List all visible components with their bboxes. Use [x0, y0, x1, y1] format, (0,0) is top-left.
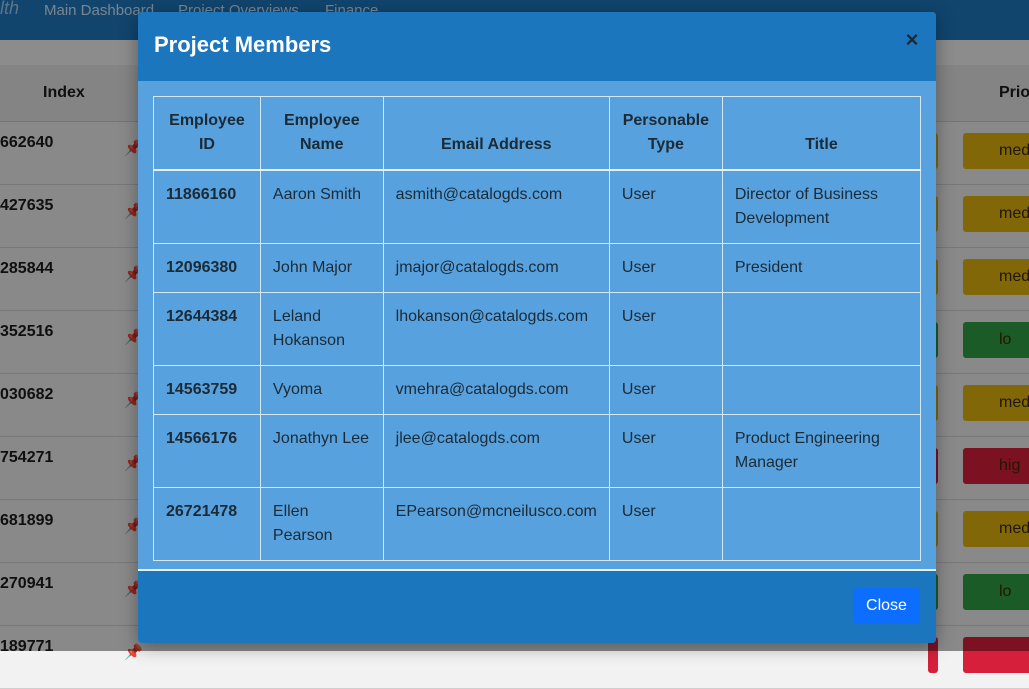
modal-header: Project Members ×: [138, 12, 936, 81]
employee-name-cell: Ellen Pearson: [259, 487, 384, 561]
email-cell: EPearson@mcneilusco.com: [382, 487, 610, 561]
email-cell: asmith@catalogds.com: [382, 169, 610, 244]
table-row: 11866160 Aaron Smith asmith@catalogds.com U…: [153, 169, 922, 244]
table-row: 26721478 Ellen Pearson EPearson@mcneilusco…: [153, 487, 922, 561]
employee-name-cell: Leland Hokanson: [259, 292, 384, 366]
column-header-line: Employee: [169, 112, 245, 129]
personable-type-cell: User: [608, 243, 723, 293]
table-header-row: Employee ID Employee Name Email Address Perso…: [153, 96, 922, 171]
employee-id-cell: 12096380: [153, 243, 261, 293]
title-cell: President: [721, 243, 922, 293]
personable-type-cell: User: [608, 169, 723, 244]
title-cell: Director of Business Development: [721, 169, 922, 244]
project-members-modal: Project Members × Employee ID Employee Name…: [138, 12, 936, 643]
employee-name-cell: John Major: [259, 243, 384, 293]
close-icon[interactable]: ×: [902, 29, 922, 51]
column-header-employee-id: Employee ID: [153, 96, 261, 171]
column-header-personable-type: Personable Type: [608, 96, 723, 171]
close-button[interactable]: Close: [853, 588, 920, 624]
modal-body: Employee ID Employee Name Email Address Perso…: [153, 96, 922, 561]
personable-type-cell: User: [608, 414, 723, 488]
email-cell: lhokanson@catalogds.com: [382, 292, 610, 366]
column-header-title: Title: [721, 96, 922, 171]
column-header-line: Personable: [622, 112, 709, 129]
column-header-line: Name: [300, 136, 344, 153]
modal-title: Project Members: [154, 32, 332, 57]
employee-id-cell: 14566176: [153, 414, 261, 488]
column-header-email-address: Email Address: [382, 96, 610, 171]
table-row: 14566176 Jonathyn Lee jlee@catalogds.com Us…: [153, 414, 922, 488]
email-cell: vmehra@catalogds.com: [382, 365, 610, 415]
employee-id-cell: 14563759: [153, 365, 261, 415]
table-row: 12096380 John Major jmajor@catalogds.com Us…: [153, 243, 922, 293]
employee-name-cell: Aaron Smith: [259, 169, 384, 244]
table-row: 14563759 Vyoma vmehra@catalogds.com User: [153, 365, 922, 415]
table-row: 12644384 Leland Hokanson lhokanson@catalog…: [153, 292, 922, 366]
employee-id-cell: 11866160: [153, 169, 261, 244]
email-cell: jlee@catalogds.com: [382, 414, 610, 488]
employee-name-cell: Jonathyn Lee: [259, 414, 384, 488]
title-cell: [721, 365, 922, 415]
employee-id-cell: 12644384: [153, 292, 261, 366]
employee-id-cell: 26721478: [153, 487, 261, 561]
column-header-line: Email Address: [441, 136, 552, 153]
members-table: Employee ID Employee Name Email Address Perso…: [153, 96, 922, 561]
employee-name-cell: Vyoma: [259, 365, 384, 415]
modal-footer: Close: [138, 569, 936, 643]
column-header-line: ID: [198, 136, 215, 153]
title-cell: [721, 292, 922, 366]
title-cell: [721, 487, 922, 561]
personable-type-cell: User: [608, 292, 723, 366]
column-header-employee-name: Employee Name: [259, 96, 384, 171]
table-body: 11866160 Aaron Smith asmith@catalogds.com U…: [153, 169, 922, 561]
column-header-line: Title: [805, 136, 838, 153]
personable-type-cell: User: [608, 365, 723, 415]
title-cell: Product Engineering Manager: [721, 414, 922, 488]
personable-type-cell: User: [608, 487, 723, 561]
column-header-line: Type: [647, 136, 684, 153]
column-header-line: Employee: [284, 112, 360, 129]
email-cell: jmajor@catalogds.com: [382, 243, 610, 293]
